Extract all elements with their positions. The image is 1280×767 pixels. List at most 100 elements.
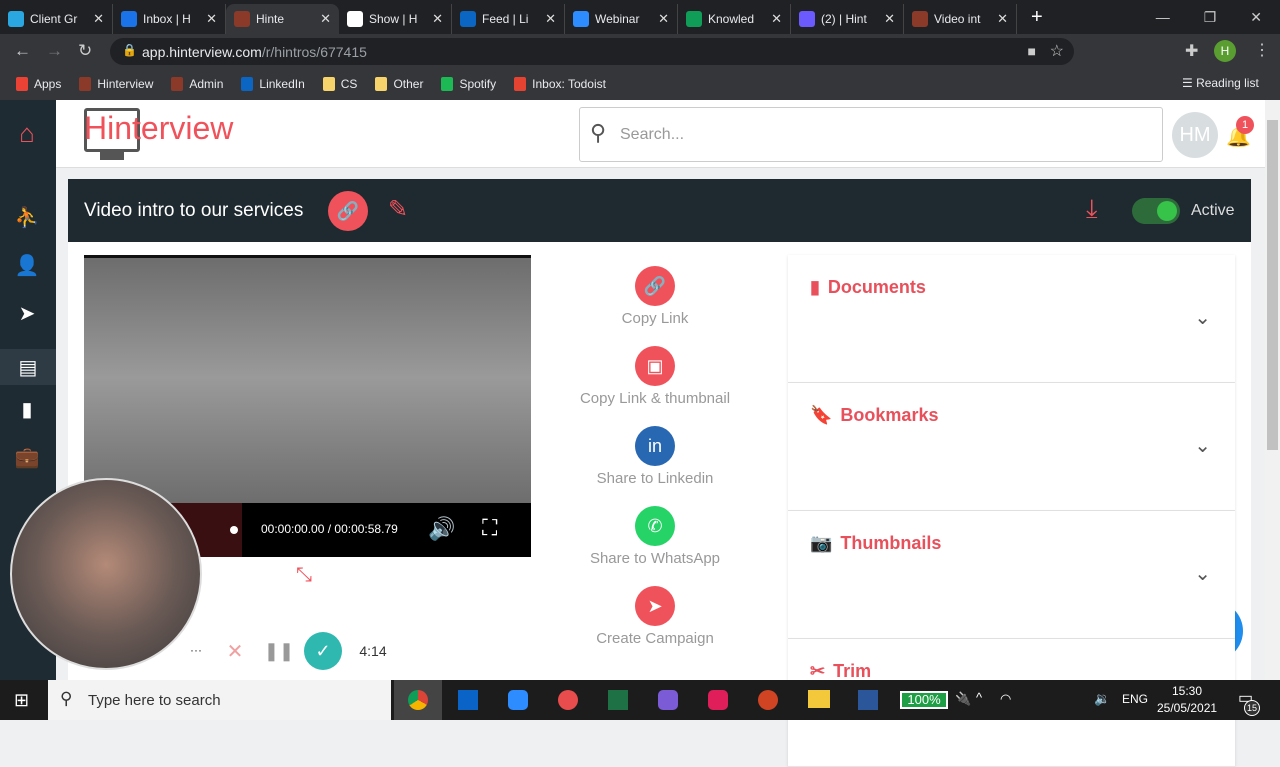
bookmark-linkedin[interactable]: LinkedIn (241, 77, 305, 91)
panel-title: ✂ Trim (810, 661, 871, 682)
active-toggle[interactable] (1132, 198, 1180, 224)
cancel-recording-button[interactable]: ✕ (216, 632, 254, 670)
book-icon[interactable]: ▮ (14, 397, 40, 421)
taskbar-slack[interactable] (708, 690, 728, 710)
action-label: Share to Linkedin (596, 470, 714, 487)
taskbar-chrome[interactable] (394, 680, 442, 720)
user-icon[interactable]: 👤 (14, 253, 40, 277)
user-avatar[interactable]: HM (1172, 112, 1218, 158)
url-bar[interactable]: 🔒 app.hinterview.com/r/hintros/677415 ■ … (110, 38, 1074, 65)
bookmark-icon (79, 77, 92, 91)
clock-time[interactable]: 15:30 (1172, 684, 1202, 698)
bookmark-spotify[interactable]: Spotify (441, 77, 496, 91)
briefcase-icon[interactable]: 💼 (14, 445, 40, 469)
taskbar-powerpoint[interactable] (758, 690, 778, 710)
wifi-icon[interactable]: ◠ (1000, 691, 1011, 707)
action-share-to-whatsapp[interactable]: ✆ Share to WhatsApp (560, 506, 750, 567)
bookmark-label: LinkedIn (259, 77, 305, 91)
close-icon[interactable]: ✕ (771, 11, 782, 27)
bookmark-other[interactable]: Other (375, 77, 423, 91)
id-card-icon[interactable]: ▤ (0, 349, 56, 385)
battery-indicator[interactable]: 100% (900, 691, 948, 709)
tab-2[interactable]: Hinte ✕ (226, 4, 339, 34)
bookmark-inbox-todoist[interactable]: Inbox: Todoist (514, 77, 606, 91)
language-indicator[interactable]: ENG (1122, 692, 1148, 706)
minimize-icon[interactable]: ⤡ (296, 564, 312, 587)
reload-icon[interactable]: ↻ (78, 41, 92, 61)
chevron-up-icon[interactable]: ^ (976, 690, 982, 705)
close-icon[interactable]: ✕ (658, 11, 669, 27)
download-icon[interactable]: ⤓ (1086, 193, 1098, 225)
close-icon[interactable]: ✕ (432, 11, 443, 27)
action-copy-link[interactable]: 🔗 Copy Link (560, 266, 750, 327)
tab-4[interactable]: Feed | Li ✕ (452, 4, 565, 34)
taskbar-app[interactable] (558, 690, 578, 710)
logo[interactable]: Hinterview (84, 110, 233, 147)
panel-bookmarks[interactable]: 🔖 Bookmarks ⌄ (788, 383, 1235, 511)
taskbar-excel[interactable] (608, 690, 628, 710)
fullscreen-icon[interactable]: ⛶ (482, 515, 497, 541)
panel-documents[interactable]: ▮ Documents ⌄ (788, 255, 1235, 383)
tab-5[interactable]: Webinar ✕ (565, 4, 678, 34)
copy-link-button[interactable]: 🔗 (328, 191, 368, 231)
tab-6[interactable]: Knowled ✕ (678, 4, 791, 34)
action-create-campaign[interactable]: ➤ Create Campaign (560, 586, 750, 647)
windows-start-icon[interactable]: ⊞ (14, 690, 29, 711)
taskbar-search[interactable]: ⚲ Type here to search (48, 680, 391, 720)
scrollbar[interactable] (1265, 100, 1280, 680)
new-tab-button[interactable]: + (1031, 6, 1043, 29)
restore-window-icon[interactable]: ❐ (1204, 9, 1217, 26)
tab-7[interactable]: (2) | Hint ✕ (791, 4, 904, 34)
back-icon[interactable]: ← (14, 41, 31, 61)
url-host: app.hinterview.com (142, 43, 262, 60)
bookmark-apps[interactable]: Apps (16, 77, 61, 91)
chevron-down-icon[interactable]: ⌄ (1194, 305, 1211, 330)
close-icon[interactable]: ✕ (997, 11, 1008, 27)
bookmark-admin[interactable]: Admin (171, 77, 223, 91)
close-icon[interactable]: ✕ (206, 11, 217, 27)
volume-icon[interactable]: 🔊 (428, 516, 455, 542)
close-icon[interactable]: ✕ (884, 11, 895, 27)
edit-icon[interactable]: ✎ (388, 195, 408, 224)
bookmark-cs[interactable]: CS (322, 77, 357, 91)
search-input[interactable]: ⚲ Search... (579, 107, 1163, 162)
taskbar-word[interactable] (858, 690, 878, 710)
close-icon[interactable]: ✕ (93, 11, 104, 27)
menu-icon[interactable]: ⋮ (1254, 40, 1270, 60)
close-icon[interactable]: ✕ (320, 11, 331, 27)
progress-handle[interactable] (230, 526, 238, 534)
home-icon[interactable]: ⌂ (14, 118, 40, 148)
finish-recording-button[interactable]: ✓ (304, 632, 342, 670)
taskbar-app2[interactable] (658, 690, 678, 710)
tab-3[interactable]: Show | H ✕ (339, 4, 452, 34)
reading-list[interactable]: ☰ Reading list (1182, 76, 1259, 90)
chevron-down-icon[interactable]: ⌄ (1194, 561, 1211, 586)
action-label: Copy Link & thumbnail (579, 390, 731, 407)
chevron-down-icon[interactable]: ⌄ (1194, 433, 1211, 458)
panel-thumbnails[interactable]: 📷 Thumbnails ⌄ (788, 511, 1235, 639)
send-icon[interactable]: ➤ (14, 301, 40, 325)
taskbar-zoom[interactable] (508, 690, 528, 710)
extensions-icon[interactable]: ✚ (1185, 41, 1198, 61)
tab-0[interactable]: Client Gr ✕ (0, 4, 113, 34)
webcam-bubble[interactable] (10, 478, 202, 670)
clock-date[interactable]: 25/05/2021 (1157, 701, 1217, 715)
star-icon[interactable]: ☆ (1050, 41, 1064, 61)
forward-icon[interactable]: → (46, 41, 63, 61)
taskbar-explorer[interactable] (808, 690, 830, 708)
taskbar-outlook[interactable] (458, 690, 478, 710)
bookmark-hinterview[interactable]: Hinterview (79, 77, 153, 91)
action-copy-link-thumbnail[interactable]: ▣ Copy Link & thumbnail (560, 346, 750, 407)
run-icon[interactable]: ⛹ (14, 205, 40, 229)
pause-button[interactable]: ❚❚ (260, 632, 298, 670)
volume-icon[interactable]: 🔉 (1094, 691, 1110, 707)
close-window-icon[interactable]: ✕ (1250, 9, 1262, 26)
profile-avatar[interactable]: H (1214, 40, 1236, 62)
close-icon[interactable]: ✕ (545, 11, 556, 27)
minimize-window-icon[interactable]: — (1156, 9, 1170, 26)
action-share-to-linkedin[interactable]: in Share to Linkedin (560, 426, 750, 487)
camera-icon[interactable]: ■ (1028, 43, 1036, 59)
tab-8[interactable]: Video int ✕ (904, 4, 1017, 34)
tab-1[interactable]: Inbox | H ✕ (113, 4, 226, 34)
more-button[interactable]: ··· (182, 636, 210, 664)
